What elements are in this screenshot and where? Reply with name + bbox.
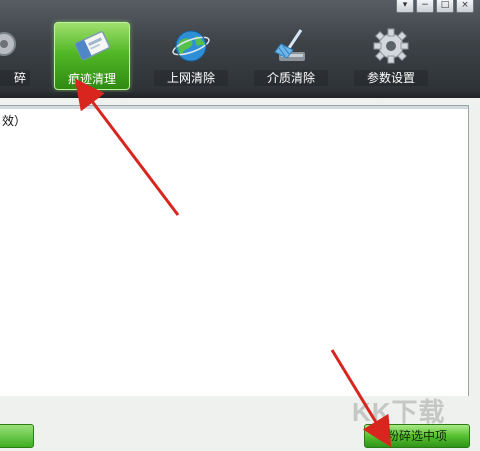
arrow-to-shred-button <box>330 349 392 448</box>
arrow-to-trace-clean <box>74 78 180 216</box>
annotation-arrows <box>74 78 392 448</box>
app-window: ▾ − □ × 碎 痕迹清理 上网清除 介质清除 参数设置 效） 粉碎选中项 K… <box>0 0 480 451</box>
